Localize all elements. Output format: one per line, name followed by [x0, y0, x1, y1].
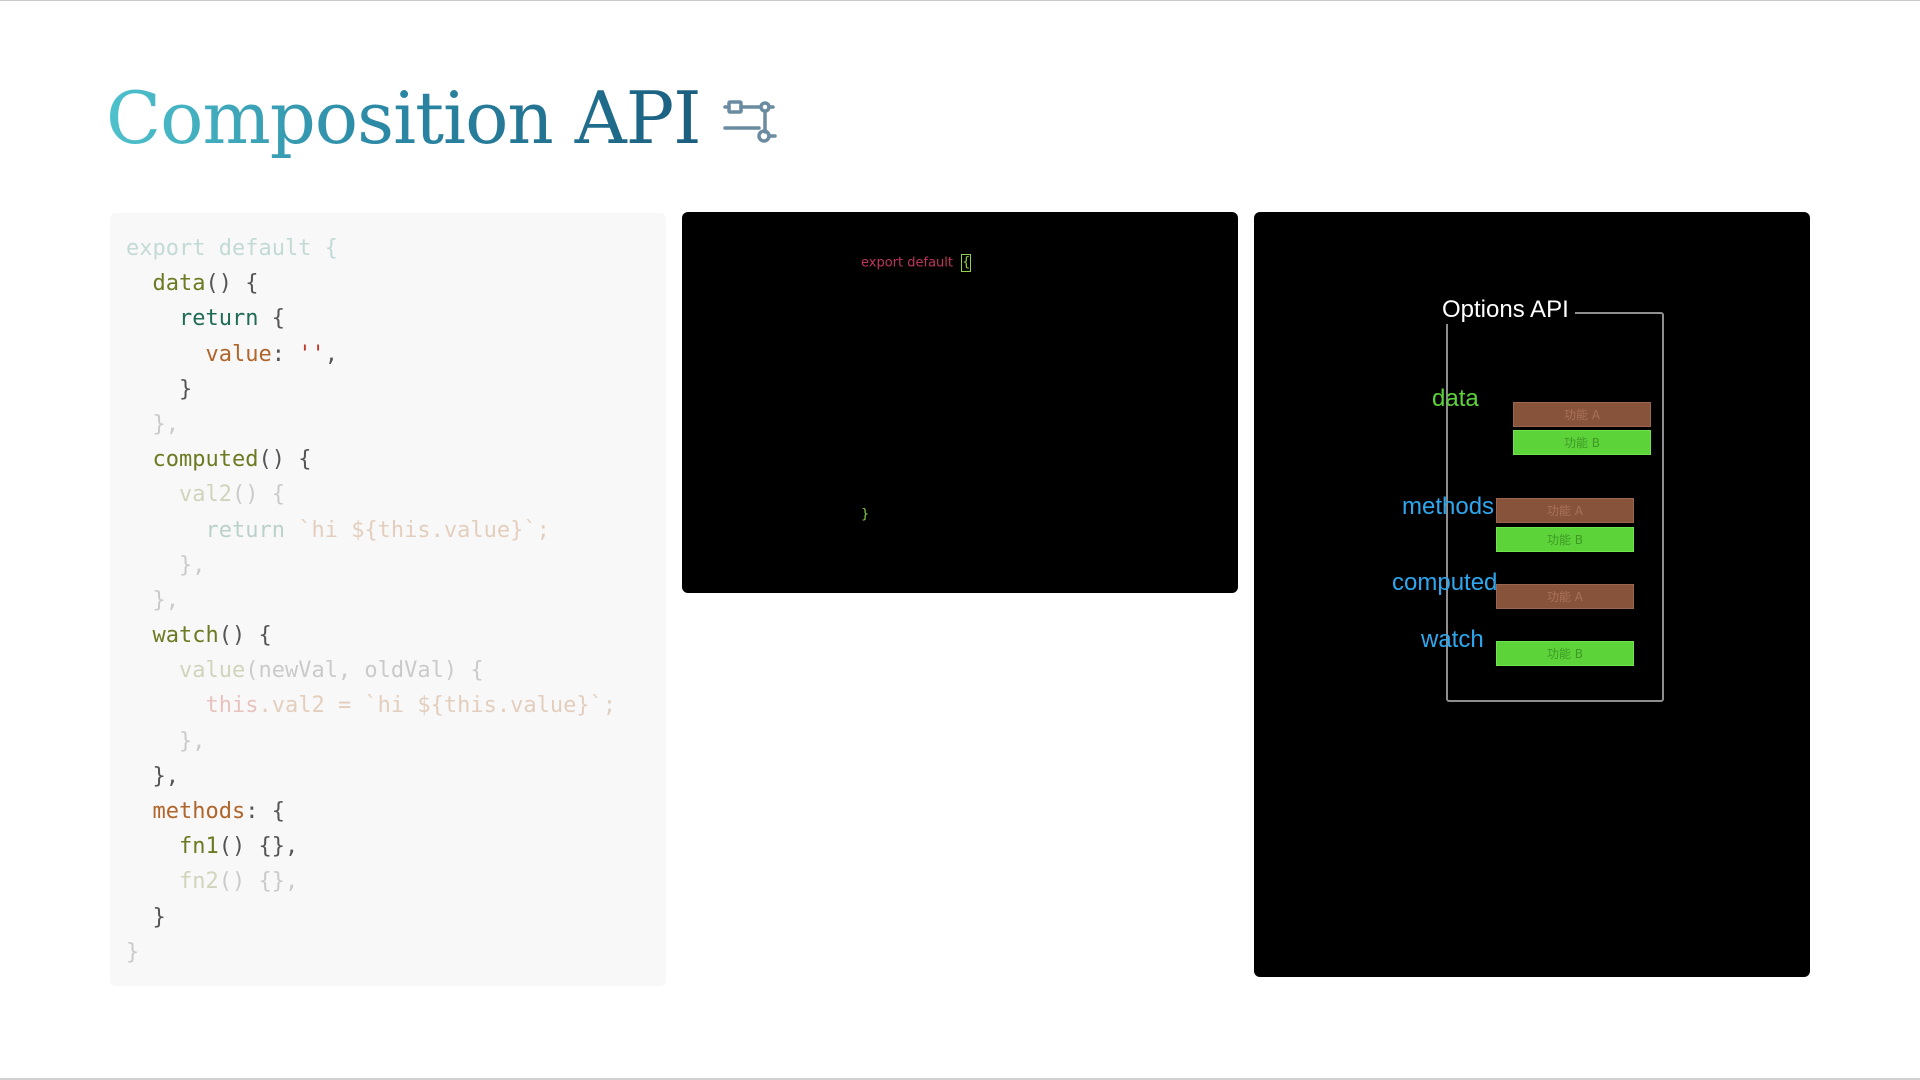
code-token: export default {	[126, 236, 338, 261]
code-token: () {	[205, 271, 259, 297]
code-token: data	[152, 271, 206, 297]
code-token: }	[126, 904, 166, 930]
code-token: val2	[178, 482, 232, 508]
code-line: },	[126, 759, 666, 794]
feature-b-block: 功能 B	[1496, 641, 1634, 666]
code-token: ''	[298, 341, 325, 367]
code-token: :	[271, 341, 299, 367]
code-line: return `hi ${this.value}`;	[126, 513, 666, 548]
code-token: value	[205, 341, 272, 367]
code-line: export default {	[126, 231, 666, 266]
code-line: return {	[126, 301, 666, 336]
code-line: },	[126, 724, 666, 759]
code-line: },	[126, 407, 666, 442]
code-token: () {},	[218, 869, 299, 895]
export-default-keyword: export default	[861, 255, 953, 271]
code-token: methods	[152, 799, 246, 824]
feature-a-block: 功能 A	[1496, 498, 1634, 523]
feature-a-block: 功能 A	[1513, 402, 1651, 427]
code-token: () {	[231, 482, 285, 508]
feature-a-block: 功能 A	[1496, 584, 1634, 609]
code-token: this	[205, 693, 259, 719]
code-token: () {},	[218, 834, 299, 860]
label-data: data	[1432, 385, 1479, 412]
slide-title: Composition API	[106, 72, 702, 164]
code-line: this.val2 = `hi ${this.value}`;	[126, 688, 666, 723]
code-line: data() {	[126, 266, 666, 301]
code-animation-panel: export default { }	[682, 212, 1238, 593]
code-token: },	[126, 763, 179, 789]
code-token: return	[205, 517, 285, 543]
code-token: }	[126, 939, 140, 965]
code-token: }	[126, 376, 193, 402]
label-methods: methods	[1402, 493, 1495, 520]
code-token: return	[178, 306, 259, 332]
code-token: },	[126, 411, 179, 437]
code-token: (newVal, oldVal) {	[245, 658, 484, 684]
code-token: fn2	[178, 869, 219, 895]
code-line: value: '',	[126, 337, 666, 372]
code-token: : {	[245, 799, 285, 824]
options-api-title: Options API	[1442, 296, 1575, 324]
code-token: ,	[324, 341, 338, 367]
code-token: () {	[258, 447, 312, 473]
code-line: value(newVal, oldVal) {	[126, 653, 666, 688]
code-line: }	[126, 900, 666, 935]
code-token: `hi ${this.value}`;	[284, 517, 550, 543]
code-line: fn1() {},	[126, 829, 666, 864]
code-token: },	[126, 728, 206, 754]
code-token: fn1	[178, 834, 219, 860]
code-token: },	[126, 552, 206, 578]
slide-header: Composition API	[106, 72, 785, 164]
code-line: methods: {	[126, 794, 666, 829]
code-token: computed	[152, 447, 259, 473]
code-line: fn2() {},	[126, 864, 666, 899]
code-token: watch	[152, 623, 219, 649]
code-line: }	[126, 372, 666, 407]
code-line: }	[126, 935, 666, 970]
label-computed: computed	[1392, 569, 1498, 596]
code-line: computed() {	[126, 442, 666, 477]
node-flow-icon	[722, 100, 777, 143]
export-default-line: export default {	[861, 254, 972, 272]
feature-b-block: 功能 B	[1513, 430, 1651, 455]
code-line: },	[126, 548, 666, 583]
options-api-panel: Options API data 功能 A 功能 B 功能 A 功能 B met…	[1254, 212, 1810, 977]
feature-b-block: 功能 B	[1496, 527, 1634, 552]
label-watch: watch	[1421, 626, 1484, 653]
closing-brace: }	[861, 507, 870, 522]
code-token: .val2 = `hi ${this.value}`;	[258, 693, 617, 719]
code-token: () {	[218, 623, 272, 649]
code-line: watch() {	[126, 618, 666, 653]
top-divider	[0, 0, 1920, 1]
code-token: },	[126, 587, 179, 613]
code-line: },	[126, 583, 666, 618]
code-token: value	[178, 658, 246, 684]
code-token: {	[258, 306, 285, 332]
code-line: val2() {	[126, 477, 666, 512]
code-sample-card: export default { data() { return { value…	[110, 213, 666, 986]
text-cursor: {	[961, 254, 972, 272]
